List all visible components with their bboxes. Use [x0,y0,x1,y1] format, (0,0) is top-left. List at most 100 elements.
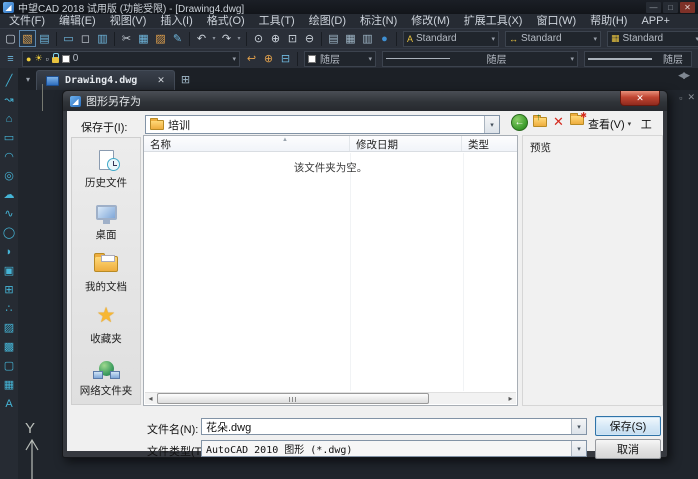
close-button[interactable]: ✕ [680,2,695,13]
column-type[interactable]: 类型 [462,136,517,151]
scroll-right-icon[interactable]: ▸ [505,393,516,404]
menu-format[interactable]: 格式(O) [200,14,252,28]
save-in-combo[interactable]: 培训 ▾ [145,115,500,134]
design-center-icon[interactable]: ▦ [342,30,359,47]
place-desktop[interactable]: 桌面 [72,196,140,246]
zoom-realtime-icon[interactable]: ⊕ [267,30,284,47]
mtext-icon[interactable]: A [1,394,17,413]
cut-icon[interactable]: ✂ [118,30,135,47]
ellipse-arc-icon[interactable]: ◗ [1,242,17,261]
undo-icon[interactable]: ↶ [193,30,210,47]
layer-combo[interactable]: ● ☀ ▫ 0 ▾ [22,51,240,67]
undo-dropdown-icon[interactable]: ▾ [210,35,218,42]
paste-icon[interactable]: ▨ [152,30,169,47]
cancel-button[interactable]: 取消 [595,439,661,459]
publish-icon[interactable]: ▥ [94,30,111,47]
column-date-modified[interactable]: 修改日期 [350,136,462,151]
properties-icon[interactable]: ▤ [325,30,342,47]
delete-icon[interactable]: ✕ [553,114,564,130]
make-block-icon[interactable]: ⊞ [1,280,17,299]
minimize-button[interactable]: — [646,2,661,13]
menu-help[interactable]: 帮助(H) [583,14,634,28]
up-one-level-icon[interactable]: ↑ [532,115,548,128]
zoom-window-icon[interactable]: ⊡ [284,30,301,47]
menu-modify[interactable]: 修改(M) [404,14,457,28]
scrollbar-thumb[interactable] [157,393,429,404]
file-type-combo[interactable]: AutoCAD 2010 图形 (*.dwg) ▾ [201,440,587,457]
maximize-button[interactable]: □ [663,2,678,13]
polygon-icon[interactable]: ⌂ [1,109,17,128]
collapse-arrows-icon[interactable]: ◀▶ [678,70,688,81]
table-icon[interactable]: ▦ [1,375,17,394]
dialog-title-bar[interactable]: ◢ 图形另存为 ✕ [63,91,667,111]
layer-states-icon[interactable]: ⊟ [277,50,294,67]
horizontal-scrollbar[interactable]: ◂ ▸ [145,392,516,404]
linetype-combo[interactable]: 随层 ▾ [382,51,578,67]
text-style-combo[interactable]: A Standard ▾ [403,31,499,47]
place-history[interactable]: 历史文件 [72,144,140,194]
view-menu-button[interactable]: 查看(V)▾ [588,116,631,132]
column-name[interactable]: 名称 ▲ [144,136,350,151]
tab-overflow-icon[interactable]: ▾ [26,75,30,84]
circle-icon[interactable]: ◎ [1,166,17,185]
insert-block-icon[interactable]: ▣ [1,261,17,280]
pan-icon[interactable]: ⊙ [250,30,267,47]
point-icon[interactable]: ∴ [1,299,17,318]
new-folder-icon[interactable]: ✱ [569,115,585,128]
rectangle-icon[interactable]: ▭ [1,128,17,147]
file-name-input[interactable]: 花朵.dwg ▾ [201,418,587,435]
layer-previous-icon[interactable]: ↩ [243,50,260,67]
line-icon[interactable]: ╱ [1,71,17,90]
zoom-previous-icon[interactable]: ⊖ [301,30,318,47]
copy-icon[interactable]: ▦ [135,30,152,47]
make-current-icon[interactable]: ⊕ [260,50,277,67]
menu-dimension[interactable]: 标注(N) [353,14,404,28]
ellipse-icon[interactable]: ◯ [1,223,17,242]
place-documents[interactable]: 我的文档 [72,248,140,298]
new-icon[interactable]: ▢ [2,30,19,47]
open-icon[interactable]: ▧ [19,30,36,47]
redo-dropdown-icon[interactable]: ▾ [235,35,243,42]
menu-express[interactable]: 扩展工具(X) [457,14,530,28]
place-network[interactable]: 网络文件夹 [72,352,140,402]
menu-edit[interactable]: 编辑(E) [52,14,103,28]
save-icon[interactable]: ▤ [36,30,53,47]
plot-preview-icon[interactable]: ◻ [77,30,94,47]
menu-window[interactable]: 窗口(W) [529,14,583,28]
lineweight-combo[interactable]: 随层 [584,51,692,67]
tab-close-icon[interactable]: ✕ [157,75,165,86]
spline-icon[interactable]: ∿ [1,204,17,223]
chevron-down-icon[interactable]: ▾ [571,419,586,434]
menu-app-plus[interactable]: APP+ [634,14,676,28]
chevron-down-icon[interactable]: ▾ [484,116,499,133]
chevron-down-icon[interactable]: ▾ [571,441,586,456]
new-drawing-icon[interactable]: ⊞ [181,73,190,86]
back-icon[interactable]: ← [511,114,528,131]
match-properties-icon[interactable]: ✎ [169,30,186,47]
tab-drawing4[interactable]: Drawing4.dwg ✕ [36,70,175,90]
help-online-icon[interactable]: ● [376,30,393,47]
menu-view[interactable]: 视图(V) [103,14,154,28]
revcloud-icon[interactable]: ☁ [1,185,17,204]
scroll-left-icon[interactable]: ◂ [145,393,156,404]
plot-icon[interactable]: ▭ [60,30,77,47]
color-combo[interactable]: 随层 ▾ [304,51,376,67]
doc-close-icon[interactable]: ✕ [687,92,695,103]
menu-draw[interactable]: 绘图(D) [302,14,353,28]
file-list[interactable]: 名称 ▲ 修改日期 类型 该文件夹为空。 ◂ ▸ [143,135,518,406]
gradient-icon[interactable]: ▩ [1,337,17,356]
menu-file[interactable]: 文件(F) [2,14,52,28]
dialog-close-button[interactable]: ✕ [620,91,660,106]
arc-icon[interactable]: ◠ [1,147,17,166]
polyline-icon[interactable]: ↝ [1,90,17,109]
place-favorites[interactable]: ★ 收藏夹 [72,300,140,350]
table-style-combo[interactable]: ▦ Standard ▾ [607,31,698,47]
menu-insert[interactable]: 插入(I) [153,14,199,28]
save-button[interactable]: 保存(S) [595,416,661,436]
region-icon[interactable]: ▢ [1,356,17,375]
layers-icon[interactable]: ≡ [2,50,19,67]
hatch-icon[interactable]: ▨ [1,318,17,337]
dim-style-combo[interactable]: ↔ Standard ▾ [505,31,601,47]
tool-palettes-icon[interactable]: ▥ [359,30,376,47]
redo-icon[interactable]: ↷ [218,30,235,47]
